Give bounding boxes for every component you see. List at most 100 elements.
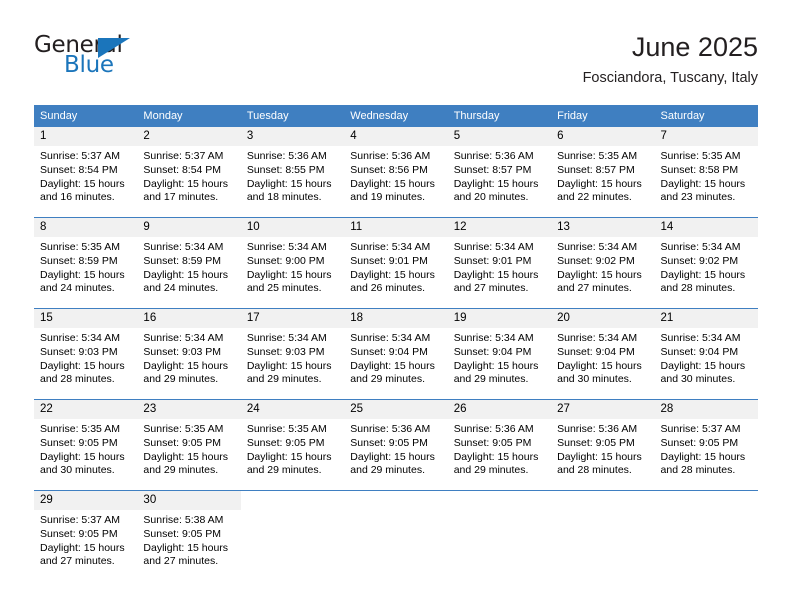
day-number: 3 [240,127,345,146]
sunrise-text: Sunrise: 5:37 AM [660,423,741,435]
day-details: Sunrise: 5:36 AM Sunset: 8:55 PM Daylight:… [241,146,344,205]
day-cell[interactable]: 18 Sunrise: 5:34 AM Sunset: 9:04 PM Dayligh… [344,308,448,400]
sunset-text: Sunset: 9:05 PM [143,436,222,449]
day-cell[interactable]: 1 Sunrise: 5:37 AM Sunset: 8:54 PM Daylight… [34,127,138,218]
daylight-text-line2: and 20 minutes. [453,191,529,204]
empty-day-cell [240,490,345,581]
day-cell[interactable]: 9 Sunrise: 5:34 AM Sunset: 8:59 PM Daylight… [137,217,241,309]
day-details: Sunrise: 5:36 AM Sunset: 8:57 PM Daylight:… [448,146,551,205]
daylight-text-line2: and 28 minutes. [557,464,632,477]
daylight-text-line1: Daylight: 15 hours [246,359,332,372]
sunset-text: Sunset: 8:57 PM [557,163,635,176]
weekday-header-friday: Friday [551,105,655,127]
day-details: Sunrise: 5:38 AM Sunset: 9:05 PM Daylight:… [137,510,240,569]
day-cell[interactable]: 20 Sunrise: 5:34 AM Sunset: 9:04 PM Dayligh… [551,308,655,400]
day-cell[interactable]: 26 Sunrise: 5:36 AM Sunset: 9:05 PM Dayligh… [447,399,552,491]
sunset-text: Sunset: 9:01 PM [350,254,428,267]
calendar-week-row: 8 Sunrise: 5:35 AM Sunset: 8:59 PM Daylight… [34,217,758,309]
sunrise-text: Sunrise: 5:36 AM [453,423,534,435]
day-details: Sunrise: 5:34 AM Sunset: 9:01 PM Daylight:… [344,237,447,296]
sunrise-text: Sunrise: 5:34 AM [557,241,638,253]
sunset-text: Sunset: 9:04 PM [350,345,428,358]
day-cell[interactable]: 29 Sunrise: 5:37 AM Sunset: 9:05 PM Dayligh… [34,490,138,581]
daylight-text-line2: and 29 minutes. [453,464,529,477]
day-cell[interactable]: 16 Sunrise: 5:34 AM Sunset: 9:03 PM Dayligh… [137,308,241,400]
day-cell[interactable]: 22 Sunrise: 5:35 AM Sunset: 9:05 PM Dayligh… [34,399,138,491]
day-cell[interactable]: 7 Sunrise: 5:35 AM Sunset: 8:58 PM Daylight… [654,127,758,218]
daylight-text-line1: Daylight: 15 hours [40,268,125,281]
day-number: 27 [551,400,655,419]
sunset-text: Sunset: 9:04 PM [557,345,635,358]
sunrise-text: Sunrise: 5:35 AM [40,241,120,253]
daylight-text-line2: and 30 minutes. [660,373,736,386]
sunrise-text: Sunrise: 5:34 AM [246,332,327,344]
sunrise-text: Sunrise: 5:37 AM [40,514,120,526]
day-cell[interactable]: 5 Sunrise: 5:36 AM Sunset: 8:57 PM Daylight… [447,127,552,218]
day-details: Sunrise: 5:35 AM Sunset: 9:05 PM Daylight:… [34,419,137,478]
daylight-text-line1: Daylight: 15 hours [40,450,125,463]
day-cell[interactable]: 11 Sunrise: 5:34 AM Sunset: 9:01 PM Dayligh… [344,217,448,309]
sunset-text: Sunset: 9:05 PM [557,436,635,449]
sunrise-text: Sunrise: 5:37 AM [40,150,120,162]
day-cell[interactable]: 15 Sunrise: 5:34 AM Sunset: 9:03 PM Dayligh… [34,308,138,400]
day-cell[interactable]: 6 Sunrise: 5:35 AM Sunset: 8:57 PM Daylight… [551,127,655,218]
sunrise-text: Sunrise: 5:34 AM [660,241,741,253]
daylight-text-line2: and 28 minutes. [40,373,115,386]
logo-text-blue: Blue [64,52,114,78]
day-cell[interactable]: 13 Sunrise: 5:34 AM Sunset: 9:02 PM Dayligh… [551,217,655,309]
daylight-text-line1: Daylight: 15 hours [40,541,125,554]
calendar-week-row: 29 Sunrise: 5:37 AM Sunset: 9:05 PM Dayligh… [34,490,758,581]
day-number: 28 [654,400,758,419]
daylight-text-line2: and 29 minutes. [246,373,322,386]
day-cell[interactable]: 4 Sunrise: 5:36 AM Sunset: 8:56 PM Daylight… [344,127,448,218]
weekday-header-sunday: Sunday [34,105,138,127]
day-cell[interactable]: 30 Sunrise: 5:38 AM Sunset: 9:05 PM Dayligh… [137,490,241,581]
page-title: June 2025 [631,32,758,62]
day-details: Sunrise: 5:37 AM Sunset: 9:05 PM Daylight:… [34,510,137,569]
day-number: 21 [654,309,758,328]
title-block: June 2025 Fosciandora, Tuscany, Italy [583,30,758,89]
daylight-text-line1: Daylight: 15 hours [453,177,539,190]
day-cell[interactable]: 27 Sunrise: 5:36 AM Sunset: 9:05 PM Dayligh… [551,399,655,491]
weekday-header-wednesday: Wednesday [344,105,448,127]
calendar-body: 1 Sunrise: 5:37 AM Sunset: 8:54 PM Daylight… [34,126,758,581]
general-blue-logo[interactable]: General Blue [34,30,149,82]
day-cell[interactable]: 21 Sunrise: 5:34 AM Sunset: 9:04 PM Dayligh… [654,308,758,400]
day-cell[interactable]: 17 Sunrise: 5:34 AM Sunset: 9:03 PM Dayligh… [240,308,345,400]
sunset-text: Sunset: 9:02 PM [660,254,739,267]
daylight-text-line1: Daylight: 15 hours [143,541,229,554]
daylight-text-line1: Daylight: 15 hours [350,450,435,463]
day-cell[interactable]: 10 Sunrise: 5:34 AM Sunset: 9:00 PM Dayligh… [240,217,345,309]
day-number: 13 [551,218,655,237]
day-cell[interactable]: 19 Sunrise: 5:34 AM Sunset: 9:04 PM Dayligh… [447,308,552,400]
daylight-text-line1: Daylight: 15 hours [246,177,332,190]
sunset-text: Sunset: 9:05 PM [246,436,325,449]
day-cell[interactable]: 8 Sunrise: 5:35 AM Sunset: 8:59 PM Daylight… [34,217,138,309]
daylight-text-line2: and 29 minutes. [143,464,219,477]
sunrise-text: Sunrise: 5:34 AM [453,332,534,344]
sunset-text: Sunset: 9:05 PM [40,436,118,449]
day-cell[interactable]: 28 Sunrise: 5:37 AM Sunset: 9:05 PM Dayligh… [654,399,758,491]
weekday-header-row: Sunday Monday Tuesday Wednesday Thursday… [34,105,758,127]
sunrise-text: Sunrise: 5:34 AM [246,241,327,253]
daylight-text-line2: and 27 minutes. [557,282,632,295]
sunset-text: Sunset: 9:04 PM [660,345,739,358]
daylight-text-line1: Daylight: 15 hours [143,359,229,372]
day-details: Sunrise: 5:36 AM Sunset: 9:05 PM Daylight:… [551,419,654,478]
daylight-text-line2: and 24 minutes. [40,282,115,295]
day-cell[interactable]: 14 Sunrise: 5:34 AM Sunset: 9:02 PM Dayligh… [654,217,758,309]
day-cell[interactable]: 23 Sunrise: 5:35 AM Sunset: 9:05 PM Dayligh… [137,399,241,491]
day-cell[interactable]: 2 Sunrise: 5:37 AM Sunset: 8:54 PM Daylight… [137,127,241,218]
sunrise-text: Sunrise: 5:36 AM [246,150,327,162]
daylight-text-line1: Daylight: 15 hours [453,268,539,281]
sunrise-text: Sunrise: 5:37 AM [143,150,224,162]
daylight-text-line1: Daylight: 15 hours [143,177,229,190]
day-cell[interactable]: 25 Sunrise: 5:36 AM Sunset: 9:05 PM Dayligh… [344,399,448,491]
day-cell[interactable]: 24 Sunrise: 5:35 AM Sunset: 9:05 PM Dayligh… [240,399,345,491]
day-number: 16 [137,309,241,328]
day-cell[interactable]: 3 Sunrise: 5:36 AM Sunset: 8:55 PM Daylight… [240,127,345,218]
daylight-text-line1: Daylight: 15 hours [557,359,642,372]
daylight-text-line1: Daylight: 15 hours [246,450,332,463]
day-details: Sunrise: 5:34 AM Sunset: 9:00 PM Daylight:… [241,237,344,296]
day-cell[interactable]: 12 Sunrise: 5:34 AM Sunset: 9:01 PM Dayligh… [447,217,552,309]
